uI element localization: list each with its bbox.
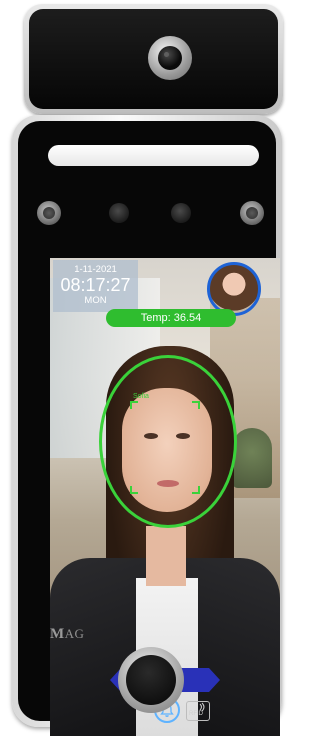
face-detection-outline: [99, 355, 237, 528]
ir-sensor-icon: [37, 201, 61, 225]
day-text: MON: [84, 295, 107, 306]
time-text: 08:17:27: [60, 275, 131, 295]
camera-lens-glass: [158, 46, 182, 70]
sensor-dot-icon: [109, 203, 129, 223]
fill-light-strip: [48, 145, 259, 166]
sensor-dot-icon: [171, 203, 191, 223]
detection-corner: [130, 401, 138, 409]
rfid-label: RFID: [189, 711, 203, 717]
doorbell-button[interactable]: [118, 647, 184, 713]
temperature-badge: Temp: 36.54: [106, 309, 236, 327]
rfid-reader[interactable]: RFID: [186, 701, 210, 721]
camera-lens-icon: [148, 36, 192, 80]
detection-corner: [130, 486, 138, 494]
person-neck: [146, 526, 186, 586]
brand-logo: MAG: [50, 626, 84, 643]
brand-logo-initial: M: [50, 626, 65, 642]
date-text: 1-11-2021: [74, 264, 117, 275]
detection-label: Sofia: [133, 393, 149, 400]
matched-profile-avatar: [207, 262, 261, 316]
terminal-body: 1-11-2021 08:17:27 MON Temp: 36.54 Sofia…: [12, 115, 282, 736]
background-plant: [232, 428, 272, 488]
ir-sensor-icon: [240, 201, 264, 225]
camera-front-panel: [29, 9, 278, 109]
doorbell-button-core: [126, 655, 176, 705]
datetime-panel: 1-11-2021 08:17:27 MON: [53, 260, 138, 312]
brand-logo-rest: AG: [64, 626, 85, 641]
detection-corner: [192, 486, 200, 494]
detection-corner: [192, 401, 200, 409]
camera-module: [24, 4, 283, 114]
terminal-front: 1-11-2021 08:17:27 MON Temp: 36.54 Sofia…: [18, 121, 280, 736]
